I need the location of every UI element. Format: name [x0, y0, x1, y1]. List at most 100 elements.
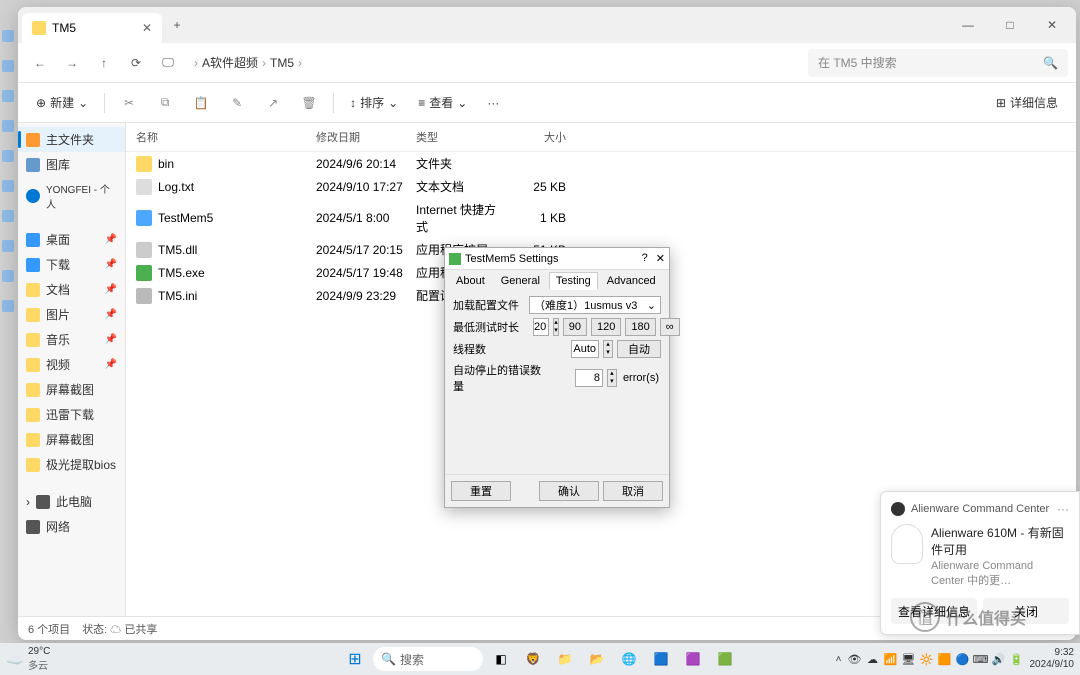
file-size: 1 KB — [506, 211, 566, 225]
file-name: TM5.exe — [158, 266, 205, 280]
up-button[interactable]: ↑ — [90, 49, 118, 77]
tray-chevron-icon[interactable]: ˄ — [836, 654, 842, 665]
file-name: bin — [158, 157, 174, 171]
threads-input[interactable]: Auto — [571, 340, 599, 358]
time-label: 最低测试时长 — [453, 319, 525, 335]
sidebar-item-music[interactable]: 音乐📌 — [18, 327, 125, 352]
taskbar-app-icon[interactable]: 🦁 — [519, 645, 547, 673]
sidebar-item-desktop[interactable]: 桌面📌 — [18, 227, 125, 252]
details-button[interactable]: ⊞ 详细信息 — [988, 89, 1066, 117]
sidebar-item-screenshots1[interactable]: 屏幕截图 — [18, 377, 125, 402]
errors-input[interactable]: 8 — [575, 369, 603, 387]
tab-close-icon[interactable]: ✕ — [142, 21, 152, 35]
view-button[interactable]: ≡ 查看 ⌄ — [410, 89, 475, 117]
sidebar-item-documents[interactable]: 文档📌 — [18, 277, 125, 302]
sidebar-item-thispc[interactable]: › 此电脑 — [18, 489, 125, 514]
tab-about[interactable]: About — [449, 272, 492, 290]
sidebar-item-network[interactable]: 网络 — [18, 514, 125, 539]
taskbar-search[interactable]: 🔍 搜索 — [373, 647, 483, 671]
file-date: 2024/5/17 20:15 — [316, 243, 416, 257]
more-button[interactable]: ··· — [479, 89, 507, 117]
share-icon[interactable]: ↗ — [257, 89, 289, 117]
sidebar-item-downloads[interactable]: 下载📌 — [18, 252, 125, 277]
time-input[interactable]: 20 — [533, 318, 549, 336]
file-name: TM5.dll — [158, 243, 197, 257]
errors-unit: error(s) — [621, 372, 661, 384]
app-icon — [449, 253, 461, 265]
column-size[interactable]: 大小 — [506, 129, 566, 145]
sidebar-item-onedrive[interactable]: YONGFEI - 个人 — [18, 177, 125, 215]
file-type: 文件夹 — [416, 155, 506, 172]
nav-bar: ← → ↑ ⟳ 🖵 › A软件超频 › TM5 › 在 TM5 中搜索 🔍 — [18, 43, 1076, 83]
new-tab-button[interactable]: + — [162, 18, 192, 32]
tab-tm5[interactable]: TM5 ✕ — [22, 13, 162, 43]
copy-icon[interactable]: ⧉ — [149, 89, 181, 117]
refresh-button[interactable]: ⟳ — [122, 49, 150, 77]
reset-button[interactable]: 重置 — [451, 481, 511, 501]
breadcrumb[interactable]: › A软件超频 › TM5 › — [194, 54, 804, 71]
tab-advanced[interactable]: Advanced — [600, 272, 663, 290]
sort-button[interactable]: ↕ 排序 ⌄ — [342, 89, 406, 117]
window-minimize-button[interactable]: — — [948, 10, 988, 40]
taskbar-app-icon[interactable]: 🟪 — [679, 645, 707, 673]
system-tray[interactable]: 👁☁📶🖥🔆🟧🔵⌨🔊🔋 — [848, 652, 1024, 666]
column-date[interactable]: 修改日期 — [316, 129, 416, 145]
new-button[interactable]: ⊕ 新建 ⌄ — [28, 89, 96, 117]
weather-widget[interactable]: ☁️ 29°C多云 — [6, 646, 50, 672]
ok-button[interactable]: 确认 — [539, 481, 599, 501]
taskbar-clock[interactable]: 9:32 2024/9/10 — [1030, 647, 1075, 671]
preset-90-button[interactable]: 90 — [563, 318, 587, 336]
start-button[interactable]: ⊞ — [341, 645, 369, 673]
sidebar-item-pictures[interactable]: 图片📌 — [18, 302, 125, 327]
notification-more-icon[interactable]: ··· — [1057, 502, 1069, 516]
preset-inf-button[interactable]: ∞ — [660, 318, 680, 336]
dialog-help-button[interactable]: ? — [642, 252, 648, 265]
sidebar-item-screenshots2[interactable]: 屏幕截图 — [18, 427, 125, 452]
paste-icon[interactable]: 📋 — [185, 89, 217, 117]
breadcrumb-item[interactable]: TM5 — [270, 56, 294, 70]
tab-general[interactable]: General — [494, 272, 547, 290]
sidebar-item-videos[interactable]: 视频📌 — [18, 352, 125, 377]
sidebar-item-gallery[interactable]: 图库 — [18, 152, 125, 177]
breadcrumb-item[interactable]: A软件超频 — [202, 54, 258, 71]
column-name[interactable]: 名称 — [136, 129, 316, 145]
taskbar-app-icon[interactable]: 🟩 — [711, 645, 739, 673]
taskbar-app-icon[interactable]: 📁 — [551, 645, 579, 673]
delete-icon[interactable]: 🗑 — [293, 89, 325, 117]
tab-title: TM5 — [52, 21, 76, 35]
file-icon — [136, 179, 152, 195]
auto-button[interactable]: 自动 — [617, 340, 661, 358]
back-button[interactable]: ← — [26, 49, 54, 77]
preset-120-button[interactable]: 120 — [591, 318, 621, 336]
cut-icon[interactable]: ✂ — [113, 89, 145, 117]
forward-button[interactable]: → — [58, 49, 86, 77]
file-row[interactable]: bin2024/9/6 20:14文件夹 — [126, 152, 1076, 175]
edge-icon[interactable]: 🌐 — [615, 645, 643, 673]
explorer-icon[interactable]: 📂 — [583, 645, 611, 673]
sidebar-item-bios[interactable]: 极光提取bios — [18, 452, 125, 477]
pc-icon[interactable]: 🖵 — [154, 49, 182, 77]
tab-testing[interactable]: Testing — [549, 272, 598, 290]
task-view-icon[interactable]: ◧ — [487, 645, 515, 673]
file-name: Log.txt — [158, 180, 194, 194]
preset-180-button[interactable]: 180 — [625, 318, 655, 336]
search-input[interactable]: 在 TM5 中搜索 🔍 — [808, 49, 1068, 77]
config-select[interactable]: （难度1）1usmus v3⌄ — [529, 296, 661, 314]
file-row[interactable]: TestMem52024/5/1 8:00Internet 快捷方式1 KB — [126, 198, 1076, 238]
errors-spinner[interactable]: ▴▾ — [607, 369, 617, 387]
window-maximize-button[interactable]: □ — [990, 10, 1030, 40]
sidebar-item-home[interactable]: 主文件夹 — [18, 127, 125, 152]
cancel-button[interactable]: 取消 — [603, 481, 663, 501]
rename-icon[interactable]: ✎ — [221, 89, 253, 117]
errors-label: 自动停止的错误数量 — [453, 362, 549, 394]
time-spinner[interactable]: ▴▾ — [553, 318, 559, 336]
window-close-button[interactable]: ✕ — [1032, 10, 1072, 40]
column-type[interactable]: 类型 — [416, 129, 506, 145]
threads-spinner[interactable]: ▴▾ — [603, 340, 613, 358]
file-row[interactable]: Log.txt2024/9/10 17:27文本文档25 KB — [126, 175, 1076, 198]
dialog-close-button[interactable]: ✕ — [656, 252, 665, 265]
dialog-titlebar[interactable]: TestMem5 Settings ? ✕ — [445, 248, 669, 270]
taskbar-app-icon[interactable]: 🟦 — [647, 645, 675, 673]
sidebar-item-xunlei[interactable]: 迅雷下载 — [18, 402, 125, 427]
notification-app: Alienware Command Center — [911, 503, 1049, 515]
